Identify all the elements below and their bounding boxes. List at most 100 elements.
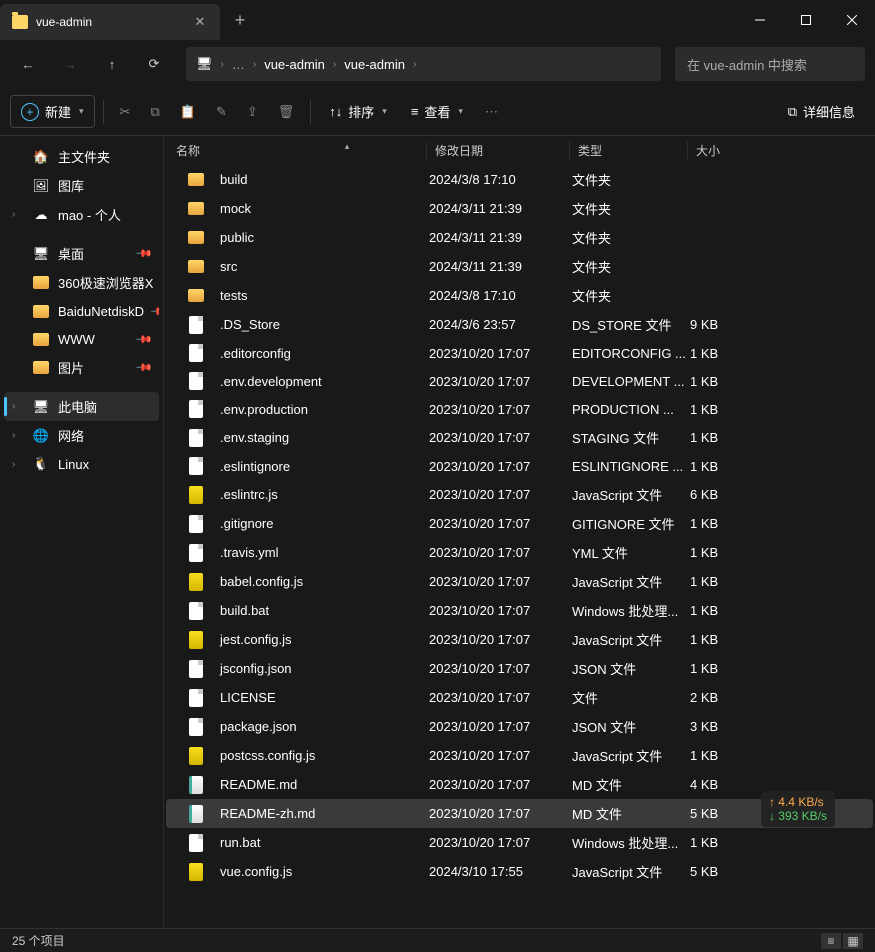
new-button[interactable]: + 新建 ▾	[10, 95, 95, 128]
file-row[interactable]: .travis.yml 2023/10/20 17:07 YML 文件 1 KB	[166, 538, 873, 567]
view-button[interactable]: ≡ 查看 ▾	[401, 96, 473, 127]
column-name[interactable]: 名称 ▴	[168, 142, 427, 159]
file-size: 1 KB	[690, 835, 770, 850]
grid-view-toggle[interactable]: ▦	[843, 933, 863, 949]
file-type: MD 文件	[572, 804, 690, 823]
sidebar-item-label: 360极速浏览器X	[58, 273, 153, 292]
file-type: STAGING 文件	[572, 428, 690, 447]
file-row[interactable]: .DS_Store 2024/3/6 23:57 DS_STORE 文件 9 K…	[166, 310, 873, 339]
file-date: 2023/10/20 17:07	[429, 632, 572, 647]
sidebar-home[interactable]: 🏠 主文件夹	[4, 142, 159, 171]
file-row[interactable]: jest.config.js 2023/10/20 17:07 JavaScri…	[166, 625, 873, 654]
share-button[interactable]: ⇪	[239, 98, 266, 126]
search-input[interactable]: 在 vue-admin 中搜索	[675, 47, 865, 81]
breadcrumb-segment[interactable]: vue-admin	[264, 57, 325, 72]
file-row[interactable]: .eslintignore 2023/10/20 17:07 ESLINTIGN…	[166, 452, 873, 480]
file-size: 6 KB	[690, 487, 770, 502]
address-bar[interactable]: 🖥 › … › vue-admin › vue-admin ›	[186, 47, 661, 81]
maximize-button[interactable]	[783, 0, 829, 40]
file-row[interactable]: vue.config.js 2024/3/10 17:55 JavaScript…	[166, 857, 873, 886]
file-date: 2024/3/11 21:39	[429, 259, 572, 274]
cut-button[interactable]: ✂	[112, 98, 139, 126]
back-button[interactable]: ←	[10, 48, 46, 80]
file-row[interactable]: README.md 2023/10/20 17:07 MD 文件 4 KB	[166, 770, 873, 799]
breadcrumb-segment[interactable]: vue-admin	[344, 57, 405, 72]
file-type: 文件夹	[572, 228, 690, 247]
chevron-right-icon[interactable]: ›	[12, 430, 24, 441]
file-row[interactable]: jsconfig.json 2023/10/20 17:07 JSON 文件 1…	[166, 654, 873, 683]
file-row[interactable]: tests 2024/3/8 17:10 文件夹	[166, 281, 873, 310]
file-name: mock	[220, 201, 251, 216]
chevron-right-icon: ›	[333, 59, 336, 70]
file-row[interactable]: README-zh.md 2023/10/20 17:07 MD 文件 5 KB	[166, 799, 873, 828]
file-row[interactable]: LICENSE 2023/10/20 17:07 文件 2 KB	[166, 683, 873, 712]
file-list[interactable]: 名称 ▴ 修改日期 类型 大小 build 2024/3/8 17:10 文件夹…	[164, 136, 875, 928]
rename-button[interactable]: ✎	[208, 98, 235, 126]
sort-button[interactable]: ↑↓ 排序 ▾	[319, 96, 397, 127]
chevron-down-icon: ▾	[382, 106, 387, 117]
chevron-right-icon[interactable]: ›	[12, 459, 24, 470]
file-size: 1 KB	[690, 346, 770, 361]
close-tab-button[interactable]: ✕	[192, 14, 208, 30]
forward-button[interactable]: →	[52, 48, 88, 80]
sidebar-pinned-item[interactable]: 图片 📌	[4, 353, 159, 382]
file-row[interactable]: package.json 2023/10/20 17:07 JSON 文件 3 …	[166, 712, 873, 741]
file-row[interactable]: build 2024/3/8 17:10 文件夹	[166, 165, 873, 194]
paste-button[interactable]: 📋	[172, 98, 204, 126]
file-date: 2024/3/6 23:57	[429, 317, 572, 332]
list-view-toggle[interactable]: ≡	[821, 933, 841, 949]
chevron-right-icon[interactable]: ›	[12, 209, 24, 220]
file-type: JSON 文件	[572, 659, 690, 678]
file-size: 1 KB	[690, 374, 770, 389]
sidebar-pinned-item[interactable]: 🖥 桌面 📌	[4, 239, 159, 268]
file-size: 1 KB	[690, 748, 770, 763]
sidebar-gallery[interactable]: 🖼 图库	[4, 171, 159, 200]
minimize-button[interactable]	[737, 0, 783, 40]
file-row[interactable]: .eslintrc.js 2023/10/20 17:07 JavaScript…	[166, 480, 873, 509]
file-row[interactable]: .env.development 2023/10/20 17:07 DEVELO…	[166, 367, 873, 395]
file-row[interactable]: public 2024/3/11 21:39 文件夹	[166, 223, 873, 252]
file-date: 2023/10/20 17:07	[429, 690, 572, 705]
file-date: 2024/3/10 17:55	[429, 864, 572, 879]
up-button[interactable]: ↑	[94, 48, 130, 80]
more-icon[interactable]: …	[232, 57, 245, 72]
file-row[interactable]: run.bat 2023/10/20 17:07 Windows 批处理... …	[166, 828, 873, 857]
close-window-button[interactable]	[829, 0, 875, 40]
file-row[interactable]: src 2024/3/11 21:39 文件夹	[166, 252, 873, 281]
file-date: 2023/10/20 17:07	[429, 374, 572, 389]
delete-button[interactable]: 🗑	[270, 98, 303, 126]
file-row[interactable]: mock 2024/3/11 21:39 文件夹	[166, 194, 873, 223]
chevron-right-icon[interactable]: ›	[12, 401, 24, 412]
pin-icon: 📌	[135, 244, 154, 263]
chevron-down-icon: ▾	[79, 106, 84, 117]
file-name: .DS_Store	[220, 317, 280, 332]
file-row[interactable]: .editorconfig 2023/10/20 17:07 EDITORCON…	[166, 339, 873, 367]
sidebar-system-item[interactable]: › 🖥 此电脑	[4, 392, 159, 421]
column-size[interactable]: 大小	[688, 142, 768, 159]
file-row[interactable]: build.bat 2023/10/20 17:07 Windows 批处理..…	[166, 596, 873, 625]
sidebar-system-item[interactable]: › 🐧 Linux	[4, 450, 159, 478]
column-date[interactable]: 修改日期	[427, 142, 570, 159]
file-row[interactable]: babel.config.js 2023/10/20 17:07 JavaScr…	[166, 567, 873, 596]
details-button[interactable]: ⧉ 详细信息	[778, 96, 865, 127]
file-row[interactable]: .env.staging 2023/10/20 17:07 STAGING 文件…	[166, 423, 873, 452]
file-size: 1 KB	[690, 574, 770, 589]
file-row[interactable]: .env.production 2023/10/20 17:07 PRODUCT…	[166, 395, 873, 423]
file-row[interactable]: .gitignore 2023/10/20 17:07 GITIGNORE 文件…	[166, 509, 873, 538]
sidebar-pinned-item[interactable]: WWW 📌	[4, 325, 159, 353]
sidebar-pinned-item[interactable]: 360极速浏览器X 📌	[4, 268, 159, 297]
folder-icon	[32, 359, 50, 377]
file-row[interactable]: postcss.config.js 2023/10/20 17:07 JavaS…	[166, 741, 873, 770]
refresh-button[interactable]: ⟳	[136, 48, 172, 80]
column-name-label: 名称	[176, 142, 200, 159]
new-tab-button[interactable]: +	[220, 0, 260, 40]
column-type[interactable]: 类型	[570, 142, 688, 159]
copy-button[interactable]: ⧉	[142, 98, 167, 126]
more-button[interactable]: ⋯	[477, 98, 506, 126]
file-name: .editorconfig	[220, 346, 291, 361]
tab-vue-admin[interactable]: vue-admin ✕	[0, 4, 220, 40]
file-type: DS_STORE 文件	[572, 315, 690, 334]
sidebar-pinned-item[interactable]: BaiduNetdiskD 📌	[4, 297, 159, 325]
sidebar-personal[interactable]: › ☁ mao - 个人	[4, 200, 159, 229]
sidebar-system-item[interactable]: › 🌐 网络	[4, 421, 159, 450]
